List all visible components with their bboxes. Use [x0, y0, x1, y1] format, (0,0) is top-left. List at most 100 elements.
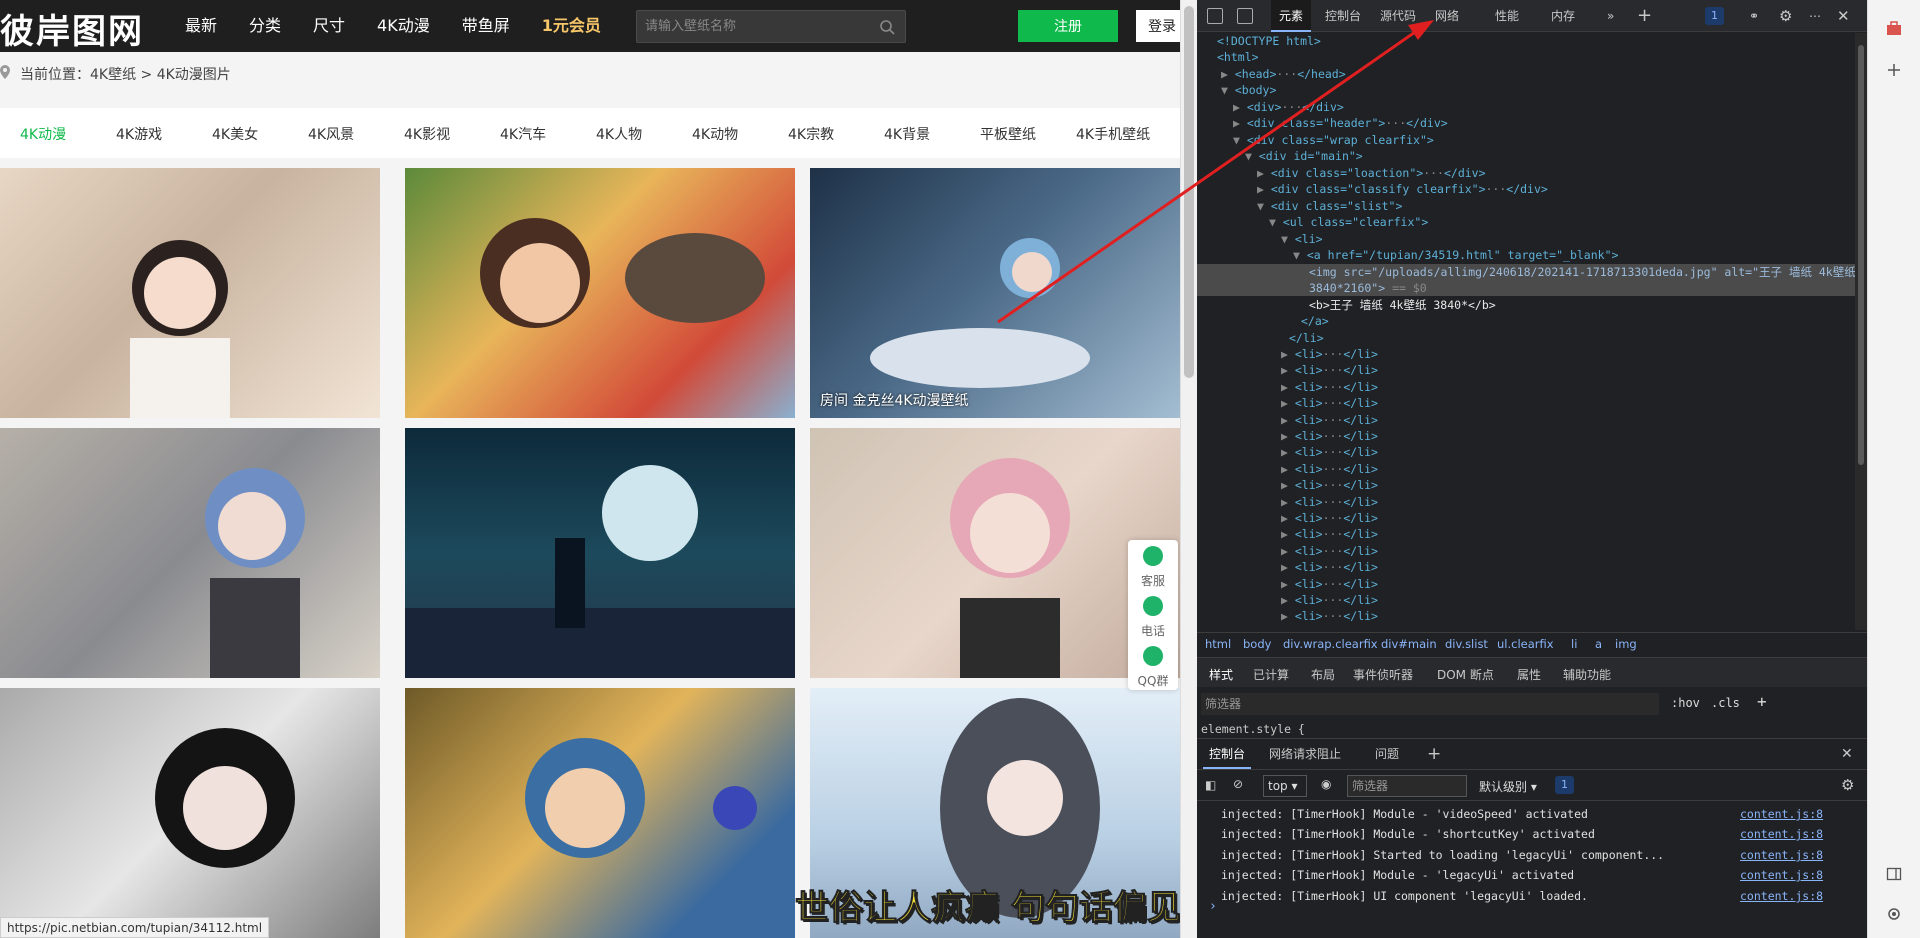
dom-node[interactable]: ▼ <li> — [1281, 231, 1323, 247]
drawer-tab-issues[interactable]: 问题 — [1375, 739, 1399, 769]
tab-accessibility[interactable]: 辅助功能 — [1563, 666, 1611, 683]
dom-node[interactable]: ▼ <ul class="clearfix"> — [1269, 214, 1428, 230]
device-icon[interactable] — [1237, 8, 1253, 24]
dom-node[interactable]: ▼ <a href="/tupian/34519.html" target="_… — [1293, 247, 1618, 263]
tab-sources[interactable]: 源代码 — [1380, 0, 1416, 32]
crumb-item[interactable]: img — [1615, 637, 1637, 651]
dom-node[interactable]: ▶ <div>···</div> — [1233, 99, 1344, 115]
tab-styles[interactable]: 样式 — [1209, 666, 1233, 683]
nav-category[interactable]: 分类 — [249, 0, 281, 52]
crumb-item[interactable]: div.slist — [1445, 637, 1488, 651]
styles-filter-input[interactable] — [1201, 693, 1659, 715]
tab-performance[interactable]: 性能 — [1495, 0, 1519, 32]
log-source-link[interactable]: content.js:8 — [1740, 848, 1823, 862]
dom-node-selected[interactable]: <img src="/uploads/allimg/240618/202141-… — [1197, 264, 1855, 281]
dom-node-li[interactable]: ▶ <li>···</li> — [1281, 362, 1378, 378]
wallpaper-card[interactable] — [405, 168, 795, 418]
tab-memory[interactable]: 内存 — [1551, 0, 1575, 32]
crumb-item[interactable]: div#main — [1381, 637, 1437, 651]
dom-node-li[interactable]: ▶ <li>···</li> — [1281, 592, 1378, 608]
console-filter-input[interactable] — [1347, 775, 1467, 797]
log-source-link[interactable]: content.js:8 — [1740, 807, 1823, 821]
category-4k-religion[interactable]: 4K宗教 — [788, 124, 834, 144]
nav-vip[interactable]: 1元会员 — [542, 0, 601, 52]
phone-item[interactable]: 电话 — [1128, 590, 1178, 640]
tab-network[interactable]: 网络 — [1435, 0, 1459, 32]
dom-scrollbar-thumb[interactable] — [1858, 45, 1864, 465]
tab-dom-breakpoints[interactable]: DOM 断点 — [1437, 666, 1494, 683]
dom-node-li[interactable]: ▶ <li>···</li> — [1281, 559, 1378, 575]
add-tab-icon[interactable]: + — [1637, 0, 1652, 32]
category-4k-cars[interactable]: 4K汽车 — [500, 124, 546, 144]
dom-node-li[interactable]: ▶ <li>···</li> — [1281, 412, 1378, 428]
tab-properties[interactable]: 属性 — [1517, 666, 1541, 683]
page-scrollbar[interactable] — [1180, 0, 1197, 938]
dom-node[interactable]: ▼ <div class="slist"> — [1257, 198, 1402, 214]
add-drawer-tab-icon[interactable]: + — [1427, 739, 1441, 769]
toolbox-icon[interactable] — [1886, 20, 1902, 36]
sidebar-toggle-icon[interactable]: ◧ — [1205, 778, 1216, 792]
wallpaper-card[interactable] — [0, 688, 380, 938]
dom-node-li[interactable]: ▶ <li>···</li> — [1281, 576, 1378, 592]
crumb-item[interactable]: html — [1205, 637, 1231, 651]
tab-computed[interactable]: 已计算 — [1253, 666, 1289, 683]
dom-node[interactable]: ▶ <head>···</head> — [1221, 66, 1346, 82]
nav-4k-anime[interactable]: 4K动漫 — [377, 0, 430, 52]
category-4k-people[interactable]: 4K人物 — [596, 124, 642, 144]
dom-node[interactable]: ▶ <div class="classify clearfix">···</di… — [1257, 181, 1548, 197]
dom-node-li[interactable]: ▶ <li>···</li> — [1281, 428, 1378, 444]
plus-icon[interactable]: + — [1757, 692, 1767, 711]
search-input[interactable] — [637, 11, 867, 42]
console-issues-badge[interactable]: 1 — [1555, 776, 1574, 794]
category-4k-beauty[interactable]: 4K美女 — [212, 124, 258, 144]
drawer-tab-network-blocking[interactable]: 网络请求阻止 — [1269, 739, 1341, 769]
cls-toggle[interactable]: .cls — [1711, 696, 1740, 710]
log-source-link[interactable]: content.js:8 — [1740, 889, 1823, 903]
wallpaper-card[interactable] — [0, 168, 380, 418]
dom-node-li[interactable]: ▶ <li>···</li> — [1281, 444, 1378, 460]
dom-node[interactable]: </a> — [1301, 313, 1329, 329]
context-select[interactable]: top ▾ — [1263, 775, 1307, 797]
nav-latest[interactable]: 最新 — [185, 0, 217, 52]
more-menu-icon[interactable]: ⋯ — [1809, 0, 1821, 32]
dom-node[interactable]: </li> — [1289, 330, 1324, 346]
dom-node-li[interactable]: ▶ <li>···</li> — [1281, 461, 1378, 477]
add-icon[interactable] — [1886, 62, 1902, 78]
nav-size[interactable]: 尺寸 — [313, 0, 345, 52]
qq-group-item[interactable]: QQ群 — [1128, 640, 1178, 690]
console-prompt[interactable]: › — [1209, 899, 1217, 914]
category-4k-background[interactable]: 4K背景 — [884, 124, 930, 144]
dom-node-li[interactable]: ▶ <li>···</li> — [1281, 608, 1378, 624]
page-scrollbar-thumb[interactable] — [1184, 6, 1194, 378]
dom-tree[interactable]: <!DOCTYPE html> <html> ▶ <head>···</head… — [1197, 33, 1855, 630]
log-source-link[interactable]: content.js:8 — [1740, 868, 1823, 882]
category-4k-film[interactable]: 4K影视 — [404, 124, 450, 144]
category-4k-scenery[interactable]: 4K风景 — [308, 124, 354, 144]
log-source-link[interactable]: content.js:8 — [1740, 827, 1823, 841]
eye-icon[interactable]: ◉ — [1321, 777, 1331, 791]
search-icon[interactable] — [879, 19, 895, 35]
gear-icon[interactable]: ⚙ — [1841, 776, 1854, 794]
log-level-select[interactable]: 默认级别 ▾ — [1479, 778, 1537, 795]
nav-ultrawide[interactable]: 带鱼屏 — [462, 0, 510, 52]
crumb-item[interactable]: div.wrap.clearfix — [1283, 637, 1378, 651]
dom-node-li[interactable]: ▶ <li>···</li> — [1281, 526, 1378, 542]
crumb-item[interactable]: body — [1243, 637, 1271, 651]
element-style-rule[interactable]: element.style { — [1201, 722, 1305, 736]
dom-node-li[interactable]: ▶ <li>···</li> — [1281, 379, 1378, 395]
settings-icon[interactable]: ⚙ — [1779, 0, 1792, 32]
tab-elements[interactable]: 元素 — [1271, 0, 1312, 32]
dom-node-li[interactable]: ▶ <li>···</li> — [1281, 477, 1378, 493]
dom-node[interactable]: ▼ <div id="main"> — [1245, 148, 1363, 164]
category-4k-animals[interactable]: 4K动物 — [692, 124, 738, 144]
wallpaper-card[interactable] — [405, 688, 795, 938]
dom-node[interactable]: <b>王子 墙纸 4k壁纸 3840*</b> — [1309, 297, 1496, 313]
tab-console[interactable]: 控制台 — [1325, 0, 1361, 32]
wallpaper-card[interactable]: 房间 金克丝4K动漫壁纸 — [810, 168, 1180, 418]
hov-toggle[interactable]: :hov — [1671, 696, 1700, 710]
category-4k-games[interactable]: 4K游戏 — [116, 124, 162, 144]
login-button[interactable]: 登录 — [1136, 10, 1180, 42]
dom-node-li[interactable]: ▶ <li>···</li> — [1281, 510, 1378, 526]
crumb-item[interactable]: a — [1595, 637, 1602, 651]
close-drawer-icon[interactable]: ✕ — [1841, 739, 1853, 769]
